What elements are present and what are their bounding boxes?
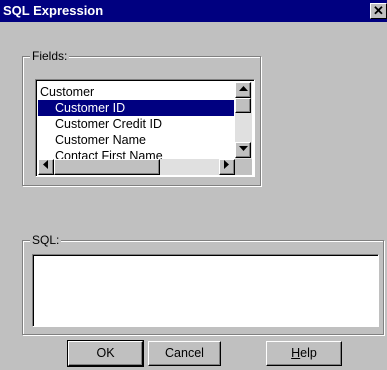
- left-arrow-icon: [43, 160, 48, 169]
- sql-expression-dialog: SQL Expression ✕ Fields: Customer Custom…: [0, 0, 387, 370]
- help-mnemonic: H: [291, 346, 301, 360]
- close-icon: ✕: [373, 3, 384, 18]
- sql-label: SQL:: [30, 233, 62, 247]
- vertical-scroll-thumb[interactable]: [235, 98, 251, 113]
- vertical-scrollbar[interactable]: [235, 82, 252, 159]
- cancel-button[interactable]: Cancel: [148, 341, 221, 366]
- help-label-rest: elp: [300, 346, 317, 360]
- close-button[interactable]: ✕: [370, 3, 387, 19]
- list-item-customer-id[interactable]: Customer ID: [38, 100, 234, 116]
- scroll-left-button[interactable]: [38, 159, 54, 175]
- fields-list[interactable]: Customer Customer ID Customer Credit ID …: [35, 79, 255, 177]
- help-button[interactable]: Help: [266, 341, 342, 366]
- scroll-right-button[interactable]: [219, 159, 235, 175]
- title-bar[interactable]: SQL Expression ✕: [0, 0, 387, 22]
- scroll-down-button[interactable]: [235, 142, 251, 158]
- ok-button[interactable]: OK: [67, 340, 144, 367]
- window-title: SQL Expression: [3, 3, 104, 18]
- scroll-up-button[interactable]: [235, 82, 251, 98]
- horizontal-scroll-thumb[interactable]: [54, 159, 160, 175]
- right-arrow-icon: [224, 160, 229, 169]
- up-arrow-icon: [238, 86, 248, 91]
- horizontal-scrollbar[interactable]: [38, 159, 235, 175]
- list-item-customer-credit-id[interactable]: Customer Credit ID: [38, 116, 234, 132]
- down-arrow-icon: [238, 146, 248, 151]
- list-item-customer[interactable]: Customer: [38, 84, 234, 100]
- fields-list-items: Customer Customer ID Customer Credit ID …: [38, 84, 234, 164]
- sql-textarea[interactable]: [32, 254, 379, 327]
- list-item-customer-name[interactable]: Customer Name: [38, 132, 234, 148]
- scrollbar-corner: [235, 159, 252, 175]
- fields-label: Fields:: [30, 49, 70, 63]
